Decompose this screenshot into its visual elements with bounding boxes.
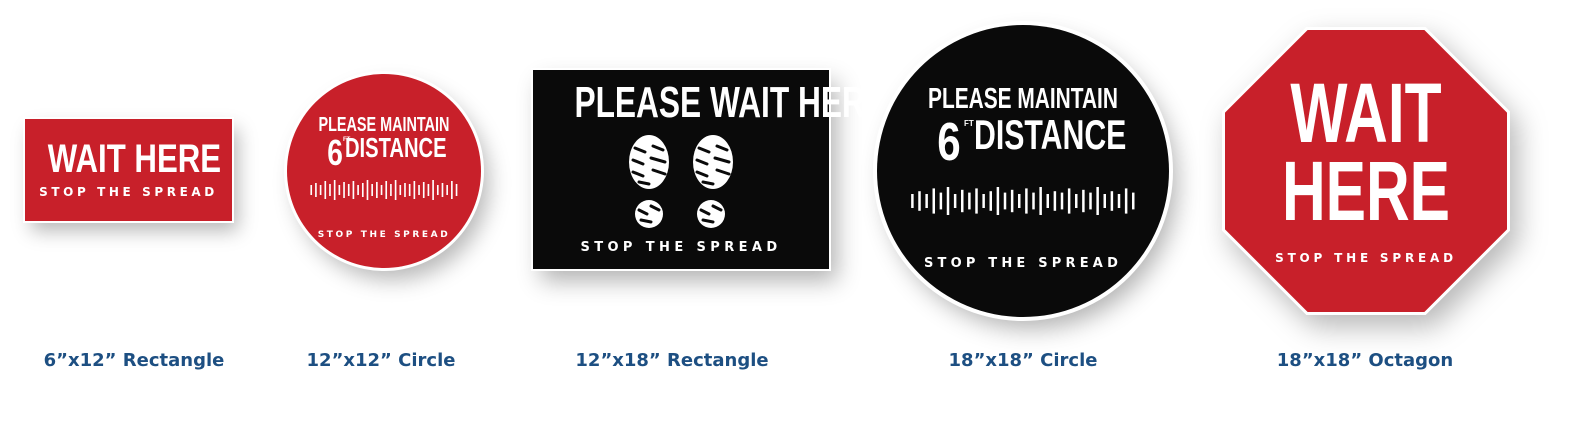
distance-bar <box>925 194 928 208</box>
distance-bar <box>1110 191 1114 211</box>
distance-label: DISTANCE <box>345 132 447 163</box>
distance-bar <box>953 194 957 208</box>
distance-bar <box>961 189 964 213</box>
distance-bar <box>1060 192 1064 210</box>
sign-tagline: STOP THE SPREAD <box>317 230 451 240</box>
distance-bar <box>422 182 425 198</box>
distance-bars-icon <box>310 180 458 200</box>
octagon-border: WAIT HERE STOP THE SPREAD <box>1222 27 1510 315</box>
distance-bar <box>1089 192 1092 210</box>
distance-bar <box>455 184 458 196</box>
distance-bar <box>324 181 327 199</box>
distance-bar <box>404 183 406 197</box>
distance-bar <box>1124 188 1128 214</box>
distance-bar <box>982 194 985 208</box>
distance-bar <box>446 185 448 195</box>
distance-bar <box>1018 194 1021 208</box>
sign-18x18-octagon: WAIT HERE STOP THE SPREAD <box>1222 27 1510 315</box>
distance-bar <box>1082 189 1085 213</box>
caption-6x12-rectangle: 6”x12” Rectangle <box>43 350 225 371</box>
six-number: 6 <box>937 112 961 172</box>
distance-bar <box>347 184 350 196</box>
caption-18x18-octagon: 18”x18” Octagon <box>1276 350 1454 371</box>
distance-bar <box>1003 192 1007 210</box>
distance-bar <box>1039 187 1042 215</box>
distance-bar <box>399 185 402 195</box>
distance-bar <box>996 187 1000 215</box>
distance-bar <box>441 183 444 197</box>
sign-tagline: STOP THE SPREAD <box>923 256 1123 271</box>
distance-bar <box>1103 194 1106 208</box>
distance-bar <box>1067 188 1071 214</box>
distance-bar <box>319 185 322 195</box>
distance-bar <box>371 184 373 196</box>
six-number: 6 <box>327 132 343 173</box>
distance-bar <box>939 192 943 210</box>
distance-bar <box>352 181 355 199</box>
distance-bar <box>932 188 935 214</box>
sign-18x18-circle: PLEASE MAINTAIN 6 FT DISTANCE STOP THE S… <box>877 25 1169 317</box>
distance-label: DISTANCE <box>974 111 1127 158</box>
distance-bar <box>1032 192 1035 210</box>
distance-bar <box>418 185 420 195</box>
distance-bar <box>385 181 388 199</box>
sign-headline-2: HERE <box>1281 144 1451 238</box>
distance-bar <box>310 185 313 195</box>
distance-bar <box>911 194 914 208</box>
distance-bar <box>408 184 411 196</box>
sign-tagline: STOP THE SPREAD <box>1275 251 1457 265</box>
sign-tagline: STOP THE SPREAD <box>580 240 782 255</box>
distance-bar <box>968 192 971 210</box>
sign-6x12-rectangle: WAIT HERE STOP THE SPREAD <box>25 119 232 221</box>
distance-bar <box>1025 188 1028 214</box>
octagon-face: WAIT HERE STOP THE SPREAD <box>1225 30 1507 312</box>
caption-12x18-rectangle: 12”x18” Rectangle <box>575 350 769 371</box>
distance-bar <box>918 191 921 211</box>
distance-bar <box>1053 191 1057 211</box>
distance-bar <box>343 182 345 198</box>
distance-bars-icon <box>911 187 1135 215</box>
distance-bar <box>380 185 383 195</box>
distance-bar <box>946 187 950 215</box>
distance-bar <box>366 180 369 200</box>
distance-bar <box>1046 194 1049 208</box>
distance-bar <box>329 184 331 196</box>
distance-bar <box>432 180 434 200</box>
distance-bar <box>451 181 453 199</box>
feet-unit: FT <box>964 119 974 128</box>
distance-bar <box>413 181 416 199</box>
sign-headline: WAIT HERE <box>47 137 222 181</box>
distance-bar <box>361 183 364 197</box>
distance-bar <box>338 185 341 195</box>
distance-bar <box>975 188 978 214</box>
sign-headline: WAIT <box>1290 66 1442 160</box>
caption-18x18-circle: 18”x18” Circle <box>948 350 1098 371</box>
sign-tagline: STOP THE SPREAD <box>39 185 218 199</box>
distance-bar <box>989 191 992 211</box>
distance-bar <box>333 180 336 200</box>
distance-bar <box>390 184 392 196</box>
distance-bar <box>1096 187 1099 215</box>
footprints-icon <box>629 135 733 228</box>
caption-12x12-circle: 12”x12” Circle <box>306 350 456 371</box>
distance-bar <box>394 180 397 200</box>
distance-bar <box>357 185 359 195</box>
distance-bar <box>1117 194 1121 208</box>
sign-headline: PLEASE WAIT HERE <box>574 78 886 127</box>
sign-12x18-rectangle: PLEASE WAIT HERE STOP THE SPREAD <box>533 70 886 269</box>
distance-bar <box>436 185 439 195</box>
sign-12x12-circle: PLEASE MAINTAIN 6 FT DISTANCE STOP THE S… <box>287 74 481 268</box>
distance-bar <box>376 182 378 198</box>
distance-bar <box>1132 192 1135 210</box>
distance-bar <box>1075 194 1078 208</box>
distance-bar <box>315 183 317 197</box>
distance-bar <box>427 184 430 196</box>
distance-bar <box>1010 189 1014 213</box>
